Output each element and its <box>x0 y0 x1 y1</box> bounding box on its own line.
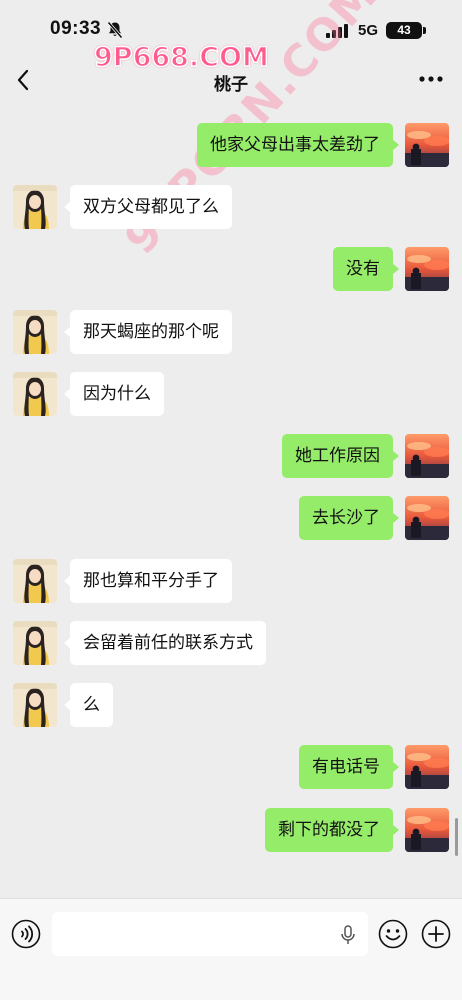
message-bubble[interactable]: 会留着前任的联系方式 <box>64 621 266 665</box>
contact-avatar[interactable] <box>13 372 57 416</box>
sent-message: 他家父母出事太差劲了 <box>0 123 462 169</box>
status-time: 09:33 <box>50 18 102 39</box>
sent-message: 有电话号 <box>0 745 462 791</box>
chat-title: 桃子 <box>214 75 248 95</box>
message-bubble[interactable]: 他家父母出事太差劲了 <box>197 123 399 167</box>
sent-message: 她工作原因 <box>0 434 462 480</box>
battery-icon: 43 <box>386 22 422 39</box>
received-message: 么 <box>0 683 462 729</box>
message-bubble[interactable]: 因为什么 <box>64 372 164 416</box>
message-bubble[interactable]: 有电话号 <box>299 745 399 789</box>
message-bubble[interactable]: 她工作原因 <box>282 434 399 478</box>
contact-avatar[interactable] <box>13 559 57 603</box>
my-avatar[interactable] <box>405 496 449 540</box>
sent-message: 去长沙了 <box>0 496 462 542</box>
received-message: 因为什么 <box>0 372 462 418</box>
contact-avatar[interactable] <box>13 683 57 727</box>
message-input[interactable] <box>52 912 368 956</box>
message-bubble[interactable]: 么 <box>64 683 113 727</box>
contact-avatar[interactable] <box>13 621 57 665</box>
message-bubble[interactable]: 剩下的都没了 <box>265 808 399 852</box>
my-avatar[interactable] <box>405 434 449 478</box>
message-bubble[interactable]: 双方父母都见了么 <box>64 185 232 229</box>
bell-muted-icon <box>107 21 123 39</box>
received-message: 那也算和平分手了 <box>0 559 462 605</box>
network-type: 5G <box>358 22 379 39</box>
received-message: 会留着前任的联系方式 <box>0 621 462 667</box>
my-avatar[interactable] <box>405 123 449 167</box>
signal-icon <box>326 24 348 38</box>
more-dots-icon[interactable] <box>418 74 444 84</box>
received-message: 双方父母都见了么 <box>0 185 462 231</box>
sent-message: 剩下的都没了 <box>0 808 462 854</box>
received-message: 那天蝎座的那个呢 <box>0 310 462 356</box>
chat-header: 桃子 <box>0 56 462 106</box>
contact-avatar[interactable] <box>13 310 57 354</box>
message-bubble[interactable]: 那天蝎座的那个呢 <box>64 310 232 354</box>
contact-avatar[interactable] <box>13 185 57 229</box>
emoji-icon[interactable] <box>378 919 408 949</box>
my-avatar[interactable] <box>405 247 449 291</box>
message-bubble[interactable]: 去长沙了 <box>299 496 399 540</box>
battery-tip <box>423 27 426 34</box>
scrollbar-thumb[interactable] <box>455 818 458 856</box>
message-bubble[interactable]: 那也算和平分手了 <box>64 559 232 603</box>
message-bubble[interactable]: 没有 <box>333 247 399 291</box>
voice-icon[interactable] <box>11 919 41 949</box>
input-bar <box>0 898 462 1000</box>
my-avatar[interactable] <box>405 808 449 852</box>
sent-message: 没有 <box>0 247 462 293</box>
mic-icon[interactable] <box>340 925 356 945</box>
plus-icon[interactable] <box>421 919 451 949</box>
my-avatar[interactable] <box>405 745 449 789</box>
